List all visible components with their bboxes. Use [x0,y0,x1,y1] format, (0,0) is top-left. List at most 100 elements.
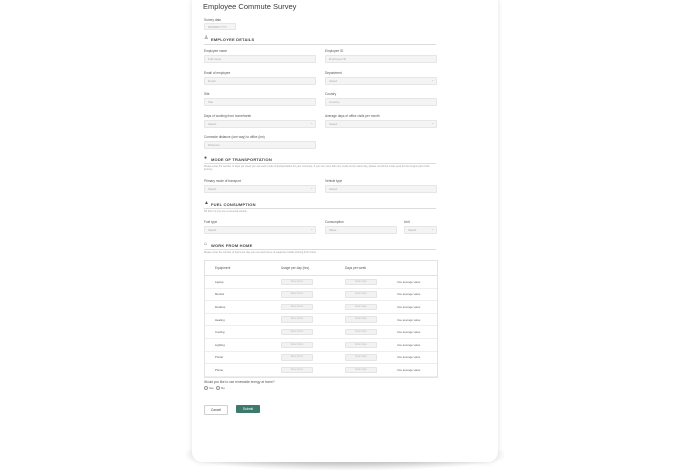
consumption-label: Consumption [325,220,344,224]
distance-input[interactable]: Distance [204,141,316,149]
chevron-down-icon: ⌄ [431,78,434,82]
equipment-name: Printer [215,355,224,360]
hours-input[interactable]: Enter hours [281,354,313,361]
transport-section-title: MODE OF TRANSPORTATION [211,157,272,162]
renewable-options: Yes No [204,386,225,391]
office-visits-value: Select [329,122,338,126]
hours-cell: Enter hours [281,313,345,326]
hours-input[interactable]: Enter hours [281,278,313,286]
country-input[interactable]: Country [325,98,437,106]
vehicle-type-label: Vehicle type [325,179,343,183]
fuel-section-title: FUEL CONSUMPTION [211,202,256,207]
hours-input[interactable]: Enter hours [281,366,313,374]
renewable-question: Would you like to use renewable energy a… [204,380,275,384]
department-select-value: Select [329,79,338,83]
days-wfh-select[interactable]: Select ⌄ [204,120,316,128]
office-visits-label: Average days of office visits per month [325,114,380,118]
chevron-down-icon: ⌄ [431,227,434,231]
transport-mode-select[interactable]: Select ⌄ [204,185,316,193]
table-row: Printer Enter hours Enter days Use average … [205,351,437,364]
average-value-link[interactable]: Use average value [397,288,437,301]
radio-no-label: No [221,386,225,390]
radio-yes-label: Yes [208,386,214,390]
days-cell: Enter days [345,364,397,377]
days-cell: Enter days [345,301,397,314]
days-wfh-label: Days of working from home/week [204,114,252,118]
email-input[interactable]: Email [204,77,316,85]
consumption-input[interactable]: Value [325,226,397,234]
office-visits-select[interactable]: Select ⌄ [325,120,437,128]
table-row: Monitor Enter hours Enter days Use average … [205,288,437,301]
hours-cell: Enter hours [281,364,345,377]
submit-button[interactable]: Submit [236,405,260,413]
days-cell: Enter days [345,313,397,326]
chevron-down-icon: ⌄ [310,186,313,190]
hours-cell: Enter hours [281,326,345,339]
average-value-link[interactable]: Use average value [397,313,437,326]
equipment-name: Lighting [215,342,225,347]
employee-section-title: EMPLOYEE DETAILS [211,37,255,42]
department-select[interactable]: Select ⌄ [325,77,437,85]
department-label: Department [325,71,342,75]
days-input[interactable]: Enter days [345,341,377,349]
table-row: Desktop Enter hours Enter days Use average … [205,301,437,314]
unit-value: Select [408,228,417,232]
email-label: Email of employee [204,71,231,75]
wfh-table-header: Equipment Usage per day (hrs) Days per w… [205,261,437,276]
cancel-button[interactable]: Cancel [204,405,228,415]
employee-id-input[interactable]: Employee ID [325,55,437,63]
fuel-type-select[interactable]: Select ⌄ [204,226,316,234]
average-value-link[interactable]: Use average value [397,338,437,351]
wfh-note: Please enter the number of hours per day… [204,251,317,254]
chevron-down-icon: ⌄ [310,227,313,231]
survey-card: Employee Commute Survey Survey date DD/M… [192,0,498,462]
days-input[interactable]: Enter days [345,316,377,323]
unit-select[interactable]: Select ⌄ [404,226,437,234]
wfh-table-body: Laptop Enter hours Enter days Use average v… [205,276,437,377]
wfh-table: Equipment Usage per day (hrs) Days per w… [204,260,438,378]
hours-input[interactable]: Enter hours [281,341,313,349]
table-row: Heating Enter hours Enter days Use average … [205,313,437,326]
country-label: Country [325,92,337,96]
site-label: Site [204,92,210,96]
car-icon: ● [204,155,208,161]
average-value-link[interactable]: Use average value [397,351,437,364]
days-cell: Enter days [345,326,397,339]
section-divider [204,44,436,45]
survey-date-field[interactable]: DD/MM/YYYY [204,23,236,30]
average-value-link[interactable]: Use average value [397,301,437,314]
table-row: Cooling Enter hours Enter days Use average … [205,326,437,339]
days-cell: Enter days [345,351,397,364]
average-value-link[interactable]: Use average value [397,364,437,377]
table-row: Phone Enter hours Enter days Use average va… [205,364,437,377]
hours-input[interactable]: Enter hours [281,328,313,336]
table-row: Laptop Enter hours Enter days Use average v… [205,276,437,289]
hours-input[interactable]: Enter hours [281,316,313,323]
days-cell: Enter days [345,288,397,301]
radio-yes[interactable] [204,386,208,391]
days-input[interactable]: Enter days [345,328,377,336]
vehicle-type-input[interactable]: Select [325,185,437,193]
average-value-link[interactable]: Use average value [397,326,437,339]
table-row: Lighting Enter hours Enter days Use average… [205,338,437,352]
radio-no[interactable] [216,386,221,391]
hours-cell: Enter hours [281,301,345,314]
days-input[interactable]: Enter days [345,354,377,361]
days-input[interactable]: Enter days [345,303,377,311]
average-value-link[interactable]: Use average value [397,276,437,288]
section-divider [204,208,436,209]
employee-name-label: Employee name [204,49,228,53]
hours-input[interactable]: Enter hours [281,303,313,311]
section-divider [204,249,436,250]
employee-name-input[interactable]: Full name [204,55,316,63]
equipment-name: Laptop [215,279,224,284]
hours-input[interactable]: Enter hours [281,291,313,298]
equipment-name: Phone [215,367,224,372]
days-input[interactable]: Enter days [345,366,377,374]
days-input[interactable]: Enter days [345,278,377,286]
col-days: Days per week [345,266,367,270]
days-input[interactable]: Enter days [345,291,377,298]
site-input[interactable]: Site [204,98,316,106]
fuel-icon: ▲ [204,200,209,206]
col-hours: Usage per day (hrs) [281,266,310,270]
